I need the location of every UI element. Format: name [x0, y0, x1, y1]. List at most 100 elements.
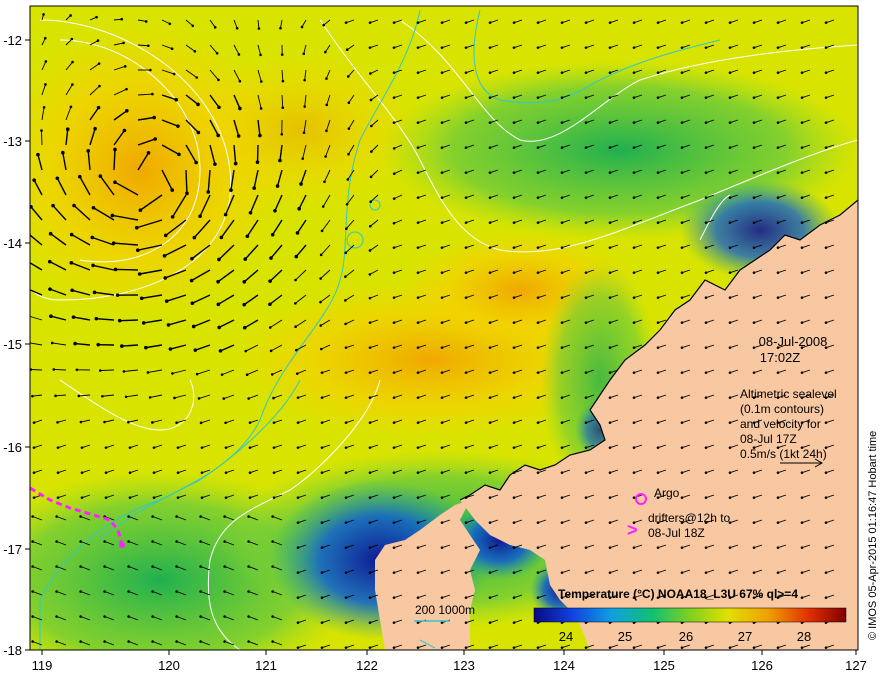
velocity-arrowhead	[268, 279, 272, 283]
velocity-arrowhead	[584, 21, 588, 24]
velocity-arrowhead	[269, 256, 273, 260]
velocity-arrowhead	[824, 546, 828, 549]
velocity-arrowhead	[416, 121, 420, 124]
velocity-arrowhead	[776, 296, 780, 299]
velocity-arrowhead	[302, 131, 306, 134]
velocity-arrowhead	[368, 446, 372, 449]
velocity-arrowhead	[656, 71, 660, 74]
velocity-arrowhead	[146, 371, 150, 374]
velocity-arrowhead	[31, 590, 34, 593]
velocity-arrowhead	[392, 21, 396, 24]
velocity-arrowhead	[294, 302, 297, 305]
velocity-arrowhead	[49, 314, 53, 319]
velocity-arrowhead	[416, 246, 420, 249]
velocity-arrowhead	[416, 221, 420, 224]
velocity-arrowhead	[608, 571, 612, 574]
velocity-arrowhead	[488, 596, 492, 599]
velocity-arrowhead	[170, 188, 175, 192]
velocity-arrowhead	[344, 371, 348, 374]
velocity-arrowhead	[196, 130, 201, 135]
velocity-arrowhead	[608, 21, 612, 24]
velocity-arrowhead	[344, 621, 348, 624]
velocity-arrowhead	[560, 271, 564, 274]
velocity-arrowhead	[392, 172, 396, 175]
velocity-arrowhead	[512, 546, 516, 549]
velocity-arrowhead	[704, 121, 708, 124]
velocity-arrowhead	[223, 590, 226, 593]
velocity-arrowhead	[279, 26, 282, 30]
velocity-arrowhead	[80, 471, 84, 474]
velocity-arrowhead	[369, 98, 373, 102]
velocity-arrowhead	[632, 46, 636, 49]
velocity-arrowhead	[242, 279, 247, 284]
velocity-arrowhead	[632, 446, 636, 449]
velocity-arrowhead	[320, 496, 324, 499]
velocity-arrowhead	[294, 278, 297, 282]
velocity-arrowhead	[488, 121, 492, 124]
velocity-arrowhead	[752, 271, 756, 274]
velocity-arrowhead	[800, 646, 804, 649]
velocity-arrowhead	[126, 420, 130, 424]
velocity-arrowhead	[320, 446, 324, 449]
velocity-arrowhead	[536, 71, 540, 74]
velocity-arrowhead	[440, 221, 444, 224]
velocity-arrowhead	[512, 96, 516, 99]
velocity-arrowhead	[124, 395, 128, 399]
velocity-arrowhead	[199, 565, 202, 568]
velocity-arrowhead	[104, 446, 108, 449]
velocity-arrowhead	[464, 471, 468, 474]
velocity-arrowhead	[488, 621, 492, 624]
velocity-arrowhead	[223, 212, 228, 217]
velocity-arrowhead	[584, 71, 588, 74]
velocity-arrowhead	[632, 421, 636, 424]
velocity-arrowhead	[728, 646, 732, 649]
velocity-arrowhead	[440, 21, 444, 24]
velocity-arrowhead	[144, 345, 148, 350]
velocity-arrowhead	[488, 521, 492, 524]
velocity-arrowhead	[27, 315, 30, 318]
velocity-arrowhead	[536, 296, 540, 299]
velocity-arrowhead	[70, 288, 74, 293]
lon-tick-label: 119	[32, 658, 53, 673]
velocity-arrowhead	[536, 146, 540, 149]
velocity-arrowhead	[151, 565, 154, 568]
velocity-arrowhead	[512, 421, 516, 424]
velocity-arrowhead	[584, 396, 588, 399]
velocity-arrowhead	[96, 105, 101, 110]
velocity-arrowhead	[368, 596, 372, 599]
velocity-arrowhead	[728, 21, 732, 24]
velocity-arrowhead	[584, 346, 588, 349]
velocity-arrowhead	[368, 646, 372, 649]
velocity-arrowhead	[656, 21, 660, 24]
velocity-arrowhead	[368, 321, 372, 324]
velocity-arrowhead	[152, 471, 156, 474]
velocity-arrowhead	[96, 39, 100, 42]
argo-label: Argo	[654, 486, 680, 500]
velocity-arrowhead	[632, 396, 636, 399]
velocity-arrowhead	[632, 571, 636, 574]
lon-tick-label: 122	[356, 658, 378, 673]
velocity-arrowhead	[151, 421, 154, 424]
velocity-arrowhead	[488, 646, 492, 649]
velocity-arrowhead	[656, 546, 660, 549]
velocity-arrowhead	[656, 271, 660, 274]
velocity-arrowhead	[584, 421, 588, 424]
velocity-arrowhead	[776, 471, 780, 474]
velocity-arrowhead	[800, 196, 804, 199]
velocity-arrowhead	[536, 421, 540, 424]
velocity-arrowhead	[536, 496, 540, 499]
colorbar-tick-label: 25	[618, 629, 632, 644]
ocean-current-map: 119 120 121 122 123 124 125 126 127 -12 -13 -14 -15…	[3, 5, 879, 673]
velocity-arrowhead	[680, 471, 684, 474]
velocity-arrowhead	[656, 196, 660, 199]
velocity-arrowhead	[800, 171, 804, 174]
velocity-arrowhead	[303, 105, 306, 108]
velocity-arrowhead	[728, 71, 732, 74]
velocity-arrowhead	[656, 646, 660, 649]
velocity-arrowhead	[36, 152, 40, 157]
velocity-arrowhead	[560, 121, 564, 124]
velocity-arrowhead	[632, 471, 636, 474]
velocity-arrowhead	[488, 171, 492, 174]
velocity-arrowhead	[440, 646, 444, 649]
velocity-arrowhead	[127, 565, 130, 568]
